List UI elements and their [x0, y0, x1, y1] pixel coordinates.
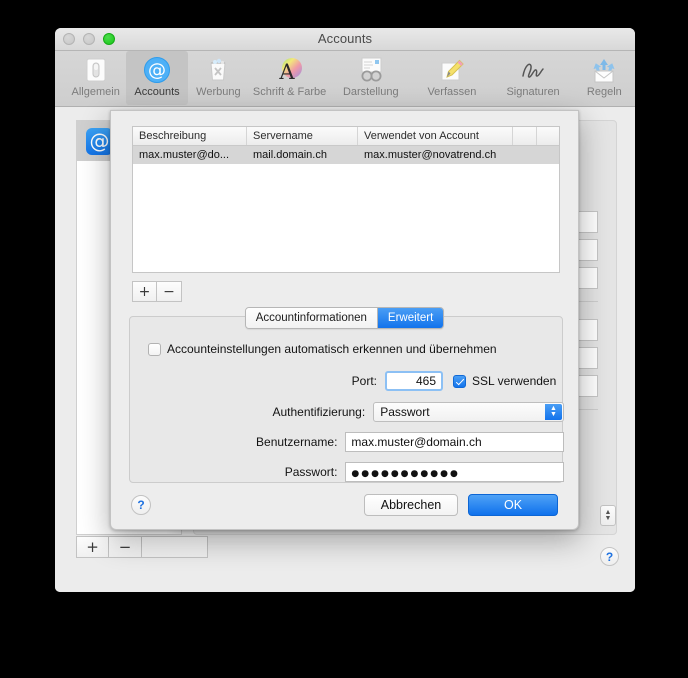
port-input[interactable]: 465 [385, 371, 443, 391]
port-row: Port: 465 SSL verwenden [130, 371, 564, 391]
password-input[interactable]: ●●●●●●●●●●● [345, 462, 564, 482]
cancel-button[interactable]: Abbrechen [364, 494, 458, 516]
toolbar-item-werbung[interactable]: Werbung [188, 51, 249, 105]
svg-text:A: A [278, 60, 295, 84]
sheet-tab-bar: Accountinformationen Erweitert [111, 307, 578, 329]
toolbar-item-signaturen[interactable]: Signaturen [493, 51, 574, 105]
toolbar-label: Werbung [196, 86, 241, 98]
chevron-updown-icon: ▲ ▼ [545, 404, 562, 420]
toolbar-label: Verfassen [427, 86, 477, 98]
compose-pencil-icon [437, 55, 467, 85]
toolbar-label: Signaturen [506, 86, 560, 98]
username-input[interactable]: max.muster@domain.ch [345, 432, 564, 452]
background-stepper[interactable]: ▲ ▼ [600, 505, 616, 526]
chevron-down-icon: ▼ [604, 514, 612, 522]
server-table: Beschreibung Servername Verwendet von Ac… [132, 126, 560, 273]
column-header-extra-2[interactable] [537, 127, 559, 145]
column-header-beschreibung[interactable]: Beschreibung [133, 127, 247, 145]
tab-accountinformationen[interactable]: Accountinformationen [245, 308, 377, 328]
toolbar-label: Schrift & Farbe [252, 86, 327, 98]
toolbar-item-darstellung[interactable]: Darstellung [330, 51, 411, 105]
port-label: Port: [351, 374, 377, 388]
advanced-settings-group: Accounteinstellungen automatisch erkenne… [129, 316, 564, 483]
toolbar-item-regeln[interactable]: Regeln [574, 51, 635, 105]
toolbar-label: Allgemein [71, 86, 120, 98]
authentication-label: Authentifizierung: [272, 405, 366, 419]
auto-detect-row[interactable]: Accounteinstellungen automatisch erkenne… [148, 342, 497, 356]
viewing-glasses-icon [356, 55, 386, 85]
junk-trash-icon [203, 55, 233, 85]
cell-verwendet-von-account: max.muster@novatrend.ch [364, 149, 497, 161]
sheet-footer: ? Abbrechen OK [111, 493, 578, 517]
help-button[interactable]: ? [600, 547, 619, 566]
page-title: Accounts [317, 31, 373, 46]
username-row: Benutzername: max.muster@domain.ch [130, 432, 564, 452]
smtp-server-sheet: Beschreibung Servername Verwendet von Ac… [110, 110, 579, 530]
toolbar-item-verfassen[interactable]: Verfassen [411, 51, 492, 105]
svg-text:@: @ [148, 60, 166, 81]
general-switch-icon [81, 55, 111, 85]
ssl-label: SSL verwenden [472, 374, 557, 388]
font-color-icon: A [275, 55, 305, 85]
authentication-value: Passwort [380, 405, 430, 419]
cell-servername: mail.domain.ch [253, 149, 327, 161]
toolbar-item-schrift-farbe[interactable]: A Schrift & Farbe [249, 51, 330, 105]
account-list-controls-filler [142, 536, 208, 558]
column-header-servername[interactable]: Servername [247, 127, 358, 145]
password-masked-value: ●●●●●●●●●●● [351, 469, 460, 479]
table-body: max.muster@do... mail.domain.ch max.must… [133, 146, 559, 164]
add-server-button[interactable]: + [132, 281, 157, 302]
auto-detect-checkbox[interactable] [148, 342, 161, 356]
authentication-row: Authentifizierung: Passwort ▲ ▼ [130, 402, 564, 422]
minimize-window-button[interactable] [83, 33, 95, 45]
zoom-window-button[interactable] [103, 33, 115, 45]
table-row[interactable]: max.muster@do... mail.domain.ch max.must… [133, 146, 559, 164]
toolbar-label: Darstellung [342, 86, 399, 98]
table-header-row: Beschreibung Servername Verwendet von Ac… [133, 127, 559, 146]
column-header-extra-1[interactable] [513, 127, 537, 145]
column-header-verwendet-von-account[interactable]: Verwendet von Account [358, 127, 513, 145]
remove-server-button[interactable]: − [157, 281, 182, 302]
toolbar-label: Accounts [134, 86, 180, 98]
remove-account-button[interactable]: − [109, 536, 142, 558]
toolbar-item-accounts[interactable]: @ Accounts [126, 51, 188, 105]
password-row: Passwort: ●●●●●●●●●●● [130, 462, 564, 482]
account-list-controls: + − [76, 536, 208, 558]
window-titlebar: Accounts [55, 28, 635, 51]
server-table-controls: + − [132, 281, 182, 302]
signature-icon [518, 55, 548, 85]
preferences-toolbar: Allgemein @ Accounts Werbung A Schrift &… [55, 51, 635, 107]
ok-button[interactable]: OK [468, 494, 558, 516]
sheet-help-button[interactable]: ? [131, 495, 151, 515]
auto-detect-label: Accounteinstellungen automatisch erkenne… [167, 342, 497, 356]
tab-erweitert[interactable]: Erweitert [376, 308, 444, 328]
at-sign-icon: @ [86, 127, 113, 155]
password-label: Passwort: [284, 465, 338, 479]
rules-envelope-icon [589, 55, 619, 85]
add-account-button[interactable]: + [76, 536, 109, 558]
toolbar-label: Regeln [586, 86, 622, 98]
close-window-button[interactable] [63, 33, 75, 45]
toolbar-item-allgemein[interactable]: Allgemein [65, 51, 126, 105]
traffic-light-group [63, 33, 115, 45]
username-label: Benutzername: [256, 435, 338, 449]
at-sign-icon: @ [142, 55, 172, 85]
cell-beschreibung: max.muster@do... [139, 149, 230, 161]
authentication-select[interactable]: Passwort ▲ ▼ [373, 402, 564, 422]
ssl-checkbox[interactable] [453, 374, 466, 388]
